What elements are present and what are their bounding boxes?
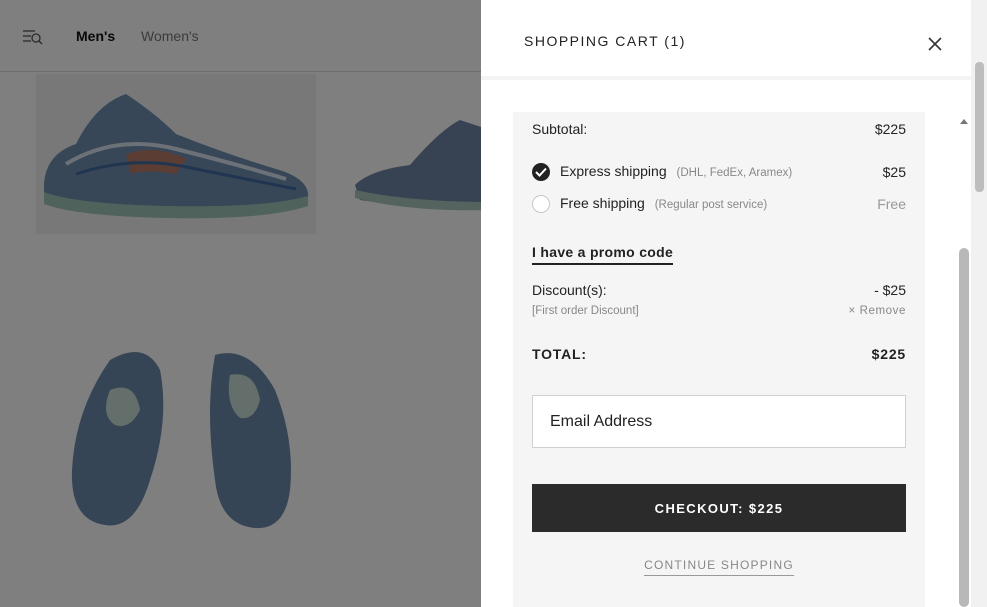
shipping-label: Free shipping <box>560 195 645 211</box>
close-icon[interactable] <box>925 34 945 54</box>
page-scrollbar-thumb[interactable] <box>975 62 984 192</box>
shipping-detail: (DHL, FedEx, Aramex) <box>676 167 793 179</box>
scroll-up-arrow-icon[interactable] <box>958 116 970 126</box>
checkout-button[interactable]: CHECKOUT: $225 <box>532 484 906 532</box>
promo-code-link[interactable]: I have a promo code <box>532 244 674 265</box>
shipping-option-express[interactable]: Express shipping (DHL, FedEx, Aramex) $2… <box>532 163 906 182</box>
subtotal-row: Subtotal: $225 <box>532 121 906 137</box>
discount-value: - $25 <box>874 282 906 298</box>
discount-label: Discount(s): <box>532 282 607 298</box>
cart-header: SHOPPING CART (1) <box>481 0 971 80</box>
total-label: TOTAL: <box>532 346 587 362</box>
cart-title: SHOPPING CART (1) <box>524 33 686 49</box>
email-input[interactable] <box>550 412 888 431</box>
remove-discount-button[interactable]: × Remove <box>848 305 906 317</box>
subtotal-value: $225 <box>874 121 906 137</box>
cart-scrollbar-thumb[interactable] <box>959 248 969 607</box>
shipping-price: $25 <box>882 164 906 181</box>
total-row: TOTAL: $225 <box>532 346 906 362</box>
email-field[interactable] <box>532 395 906 448</box>
shipping-option-free[interactable]: Free shipping (Regular post service) Fre… <box>532 195 906 214</box>
discount-name: [First order Discount] <box>532 305 639 317</box>
shipping-detail: (Regular post service) <box>654 199 768 211</box>
continue-shopping-link[interactable]: CONTINUE SHOPPING <box>644 558 794 576</box>
radio-unchecked-icon[interactable] <box>532 195 550 214</box>
radio-checked-icon[interactable] <box>532 163 550 182</box>
discount-detail-row: [First order Discount] × Remove <box>532 305 906 317</box>
cart-drawer: SHOPPING CART (1) Subtotal: $225 Express… <box>481 0 971 607</box>
shipping-label: Express shipping <box>560 163 667 179</box>
discount-row: Discount(s): - $25 <box>532 282 906 298</box>
continue-shopping-container: CONTINUE SHOPPING <box>513 556 925 576</box>
shipping-price: Free <box>877 196 906 213</box>
total-value: $225 <box>871 346 906 362</box>
cart-scroll-area[interactable]: Subtotal: $225 Express shipping (DHL, Fe… <box>481 84 971 607</box>
order-summary: Subtotal: $225 Express shipping (DHL, Fe… <box>513 112 925 607</box>
subtotal-label: Subtotal: <box>532 121 588 137</box>
